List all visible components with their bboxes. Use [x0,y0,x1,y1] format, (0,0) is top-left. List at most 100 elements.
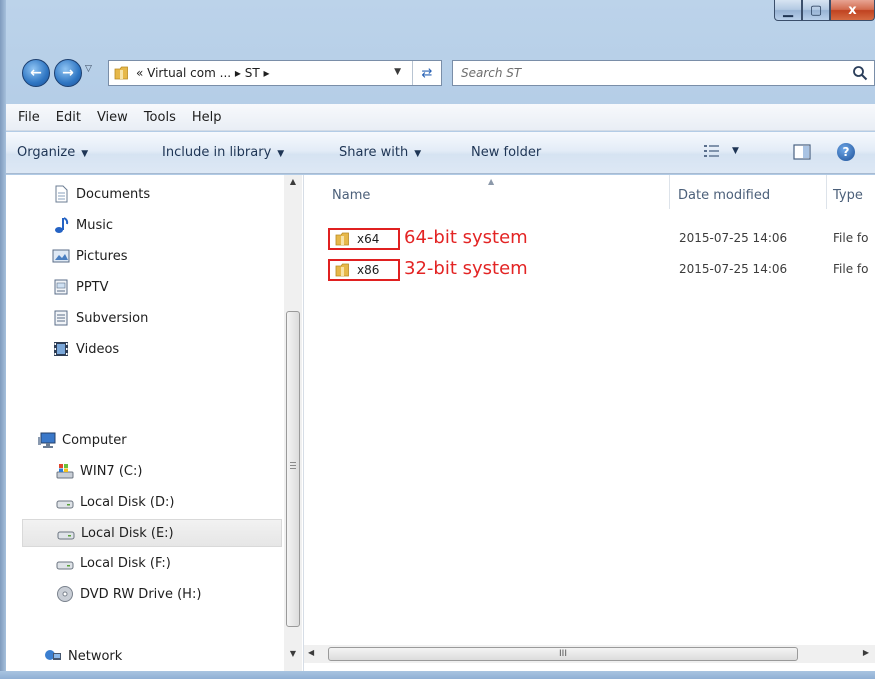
drive-icon [56,561,74,570]
organize-label: Organize [17,145,76,160]
scroll-right-icon[interactable]: ▶ [863,648,869,657]
file-row[interactable]: x86 32-bit system 2015-07-25 14:06 File … [304,258,875,281]
file-name-highlight: x64 [328,228,400,250]
refresh-icon: ⇄ [421,65,433,81]
drive-icon [57,531,75,540]
nav-item-subversion[interactable]: Subversion [52,306,148,330]
menu-help[interactable]: Help [192,110,222,125]
share-with-label: Share with [339,145,409,160]
nav-label: DVD RW Drive (H:) [80,586,202,602]
forward-arrow-icon: → [62,65,74,81]
chevron-down-icon: ▼ [732,146,739,156]
horizontal-scroll-thumb[interactable]: III [328,647,798,661]
file-row[interactable]: x64 64-bit system 2015-07-25 14:06 File … [304,227,875,250]
file-type: File fo [833,231,869,245]
column-divider[interactable] [669,175,670,209]
nav-item-dvd[interactable]: DVD RW Drive (H:) [56,582,201,606]
organize-button[interactable]: Organize ▼ [17,145,88,160]
nav-label: Local Disk (F:) [80,555,171,571]
file-type: File fo [833,262,869,276]
view-options-icon [704,145,719,157]
file-annotation: 32-bit system [404,258,528,279]
maximize-button[interactable]: ▢ [802,0,830,21]
nav-item-music[interactable]: Music [52,213,113,237]
nav-item-computer[interactable]: Computer [38,428,127,452]
nav-item-network[interactable]: Network [44,644,122,668]
scroll-grip-icon: III [559,649,567,659]
file-name[interactable]: x64 [357,232,379,246]
menu-view[interactable]: View [97,110,128,125]
chevron-down-icon: ▼ [277,149,285,159]
search-box[interactable] [452,60,875,86]
search-input[interactable] [461,64,821,82]
close-button[interactable]: x [830,0,875,21]
nav-scrollbar[interactable]: ▲ ▼ [284,175,302,671]
refresh-button[interactable]: ⇄ [412,61,441,85]
drive-icon [56,500,74,509]
nav-item-pptv[interactable]: PPTV [52,275,109,299]
address-dropdown-icon[interactable]: ▼ [394,67,401,77]
menu-file[interactable]: File [18,110,40,125]
command-bar: Organize ▼ Include in library ▼ Share with… [6,132,875,174]
nav-item-local-e[interactable]: Local Disk (E:) [22,519,282,547]
nav-item-win7[interactable]: WIN7 (C:) [56,459,142,483]
computer-icon [38,432,56,448]
file-name[interactable]: x86 [357,263,379,277]
recent-pages-dropdown[interactable]: ▽ [85,64,95,80]
scroll-left-icon[interactable]: ◀ [308,648,314,657]
menu-tools[interactable]: Tools [144,110,176,125]
file-name-highlight: x86 [328,259,400,281]
nav-label: WIN7 (C:) [80,463,143,479]
network-icon [45,650,61,660]
forward-button[interactable]: → [54,59,82,87]
nav-label: Documents [76,186,151,202]
column-divider[interactable] [826,175,827,209]
nav-label: Local Disk (D:) [80,494,175,510]
scroll-grip-icon [290,462,296,470]
help-icon[interactable]: ? [837,143,855,161]
minimize-button[interactable]: ▁ [774,0,802,21]
column-header-type[interactable]: Type [833,188,863,203]
menu-bar: File Edit View Tools Help [6,104,875,131]
include-in-library-button[interactable]: Include in library ▼ [162,145,284,160]
documents-icon [55,185,68,203]
scroll-up-icon[interactable]: ▲ [284,177,302,193]
music-icon [55,217,69,233]
breadcrumb[interactable]: « Virtual com ... ▸ ST ▸ [136,66,270,80]
back-button[interactable]: ← [22,59,50,87]
nav-scroll-thumb[interactable] [286,311,300,627]
nav-item-local-d[interactable]: Local Disk (D:) [56,490,174,514]
nav-label: Music [76,217,113,233]
share-with-button[interactable]: Share with ▼ [339,145,421,160]
nav-label: Network [68,648,123,664]
nav-label: Computer [62,432,127,448]
nav-item-videos[interactable]: Videos [52,337,119,361]
horizontal-scrollbar[interactable]: ◀ III ▶ [304,645,875,663]
nav-item-local-f[interactable]: Local Disk (F:) [56,551,171,575]
chevron-down-icon: ▼ [81,149,89,159]
preview-pane-icon[interactable] [793,144,811,160]
scroll-down-icon[interactable]: ▼ [284,649,302,665]
folder-icon [114,66,128,80]
dvd-icon [57,586,73,602]
include-in-library-label: Include in library [162,145,272,160]
nav-label: Subversion [76,310,149,326]
sort-ascending-icon: ▲ [488,177,495,186]
navigation-pane: Documents Music Pictures PPTV Subversion… [6,175,304,671]
nav-label: Pictures [76,248,128,264]
nav-item-pictures[interactable]: Pictures [52,244,127,268]
column-header-name[interactable]: Name [332,188,370,203]
view-options-button[interactable]: ▼ [704,144,739,158]
search-icon[interactable] [852,65,868,81]
drive-icon [56,464,74,479]
column-header-date[interactable]: Date modified [678,188,770,203]
nav-label: Local Disk (E:) [81,525,174,541]
nav-item-documents[interactable]: Documents [52,182,150,206]
pictures-icon [52,249,70,263]
menu-edit[interactable]: Edit [56,110,81,125]
library-icon [54,279,68,295]
new-folder-button[interactable]: New folder [471,145,541,160]
library-icon [54,310,68,326]
address-bar[interactable]: « Virtual com ... ▸ ST ▸ ▼ ⇄ [108,60,442,86]
video-icon [54,342,68,356]
